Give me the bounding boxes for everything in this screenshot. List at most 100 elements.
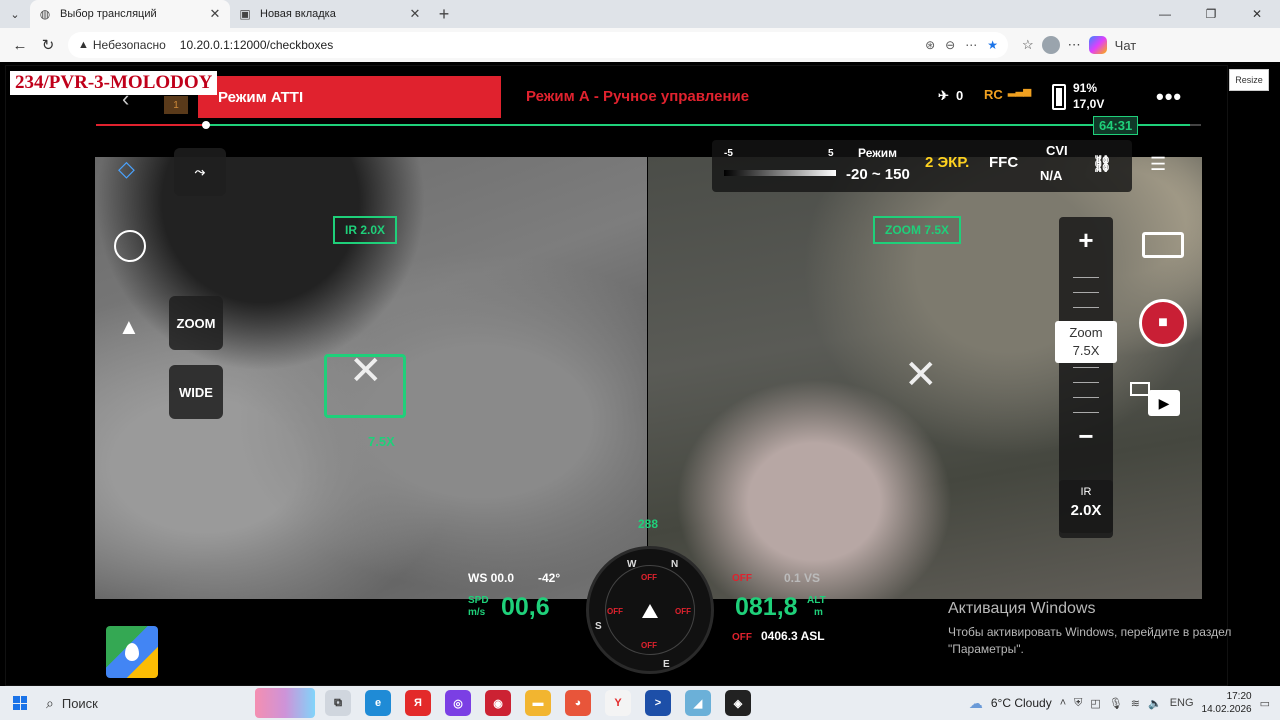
tab-actions-menu[interactable]: ⌄ [0, 0, 30, 28]
zoom-tag: ZOOM 7.5X [873, 216, 962, 244]
compass-e: E [663, 659, 670, 670]
close-icon[interactable]: ✕ [408, 6, 422, 22]
thermal-range-min: -5 [724, 148, 733, 159]
ir-zoom-panel[interactable]: IR 2.0X [1059, 480, 1113, 538]
back-button[interactable]: ← [6, 31, 34, 59]
map-icon[interactable] [106, 626, 158, 678]
settings-menu-icon[interactable]: ⋯ [1068, 37, 1081, 53]
tab-bar: ⌄ ◍ Выбор трансляций ✕ ▣ Новая вкладка ✕… [0, 0, 1280, 28]
microphone-icon[interactable]: 🎙 [1109, 697, 1123, 710]
signal-bars-icon: ▂▃▅ [1008, 86, 1032, 97]
app-purple-icon[interactable]: ◎ [445, 690, 471, 716]
gps-count: 0 [956, 88, 964, 103]
link-icon[interactable]: ⛓ [1092, 154, 1112, 174]
tab-streams[interactable]: ◍ Выбор трансляций ✕ [30, 0, 230, 28]
edge-icon[interactable]: e [365, 690, 391, 716]
photo-icon[interactable] [1130, 382, 1150, 396]
wifi-icon[interactable]: ≋ [1131, 697, 1140, 710]
start-button[interactable] [0, 696, 40, 710]
thermal-mode-value[interactable]: -20 ~ 150 [846, 166, 910, 183]
video-player[interactable]: 234/PVR-3-MOLODOY ‹ 1 Режим ATTI Режим А… [5, 65, 1228, 686]
thermal-range-max: 5 [828, 148, 834, 159]
favorite-star-icon[interactable]: ★ [987, 38, 998, 52]
close-window-button[interactable]: ✕ [1234, 0, 1280, 28]
network-app-icon[interactable]: ◰ [1090, 697, 1100, 710]
zoom-tick [1073, 412, 1099, 413]
taskbar: ⌕ Поиск ⧉ e Я ◎ ◉ ▬ ◕ Y > ◢ ◈ ☁ 6°C Clou… [0, 686, 1280, 720]
rc-signal-label: RC [984, 87, 1003, 102]
zoom-tick [1073, 292, 1099, 293]
show-hidden-icons[interactable]: ˄ [1060, 697, 1066, 709]
app-red-icon[interactable]: ◉ [485, 690, 511, 716]
profile-avatar[interactable] [1041, 36, 1060, 54]
activation-text: Чтобы активировать Windows, перейдите в … [948, 625, 1232, 656]
volume-icon[interactable]: 🔈 [1148, 697, 1162, 710]
language-label[interactable]: ENG [1170, 697, 1194, 709]
app-dark-icon[interactable]: ◈ [725, 690, 751, 716]
close-icon[interactable]: ✕ [208, 6, 222, 22]
waypoint-diamond-icon[interactable]: ◇ [118, 156, 135, 182]
ffc-button[interactable]: FFC [989, 154, 1018, 171]
zoom-in-button[interactable]: + [1059, 225, 1113, 256]
sliders-icon[interactable]: ☰ [1150, 154, 1166, 175]
app-blue-icon[interactable]: ◢ [685, 690, 711, 716]
reload-button[interactable]: ↻ [34, 31, 62, 59]
zoom-tick [1073, 307, 1099, 308]
clock[interactable]: 17:20 14.02.2026 [1202, 690, 1252, 716]
more-icon[interactable]: ⋯ [965, 38, 977, 52]
zoom-out-button[interactable]: − [1059, 421, 1113, 452]
powershell-icon[interactable]: > [645, 690, 671, 716]
search-highlight-image[interactable] [255, 688, 315, 718]
translate-icon[interactable]: ⊛ [925, 38, 935, 52]
shield-icon[interactable]: ⛨ [1074, 697, 1082, 710]
zoom-mode-button[interactable]: ZOOM [169, 296, 223, 350]
task-view-icon[interactable]: ⧉ [325, 690, 351, 716]
maximize-button[interactable]: ❐ [1188, 0, 1234, 28]
ir-value: 2.0X [1070, 502, 1102, 519]
flight-path-icon[interactable]: ⤳ [174, 148, 226, 196]
wind-direction: -42° [538, 571, 561, 585]
tab-new-tab[interactable]: ▣ Новая вкладка ✕ [230, 0, 430, 28]
minimize-button[interactable]: — [1142, 0, 1188, 28]
yandex-browser-icon[interactable]: Я [405, 690, 431, 716]
ir-reticle-zoom: 7.5X [368, 434, 395, 449]
taskbar-search[interactable]: ⌕ Поиск [40, 695, 210, 712]
playback-icon[interactable]: ▶ [1148, 390, 1180, 416]
aircraft-heading-icon [642, 604, 658, 618]
screens-toggle[interactable]: 2 ЭКР. [925, 154, 969, 171]
copilot-icon[interactable] [1088, 36, 1107, 54]
resize-button[interactable]: Resize [1229, 69, 1269, 91]
video-camera-icon[interactable] [1142, 232, 1184, 258]
chrome-icon[interactable]: ◕ [565, 690, 591, 716]
obstacle-off-top: OFF [641, 573, 657, 582]
playback-progress[interactable] [96, 121, 1201, 129]
thermal-control-panel[interactable]: -5 5 Режим -20 ~ 150 2 ЭКР. FFC CVI N/A … [712, 140, 1132, 192]
thermal-gradient-bar[interactable] [724, 170, 836, 176]
file-explorer-icon[interactable]: ▬ [525, 690, 551, 716]
cloud-icon[interactable]: ☁ [969, 695, 983, 712]
record-button[interactable]: ■ [1139, 299, 1187, 347]
security-label[interactable]: Небезопасно [93, 38, 166, 52]
clock-time: 17:20 [1226, 691, 1252, 702]
favorites-icon[interactable]: ☆ [1022, 37, 1034, 53]
yandex-icon[interactable]: Y [605, 690, 631, 716]
new-tab-button[interactable]: + [430, 0, 458, 28]
copilot-label[interactable]: Чат [1115, 38, 1137, 53]
progress-knob[interactable] [202, 121, 210, 129]
zoom-out-icon[interactable]: ⊖ [945, 38, 955, 52]
zoom-tick [1073, 367, 1099, 368]
altitude-value: 081,8 [735, 593, 798, 621]
speed-unit: m/s [468, 607, 486, 618]
ir-label: IR [1080, 486, 1092, 498]
tab-label: Новая вкладка [260, 8, 336, 20]
location-target-icon[interactable] [114, 230, 146, 262]
url-field[interactable]: ▲ Небезопасно 10.20.0.1:12000/checkboxes… [68, 32, 1008, 58]
mode-indicator: 1 [164, 96, 188, 114]
weather-text[interactable]: 6°C Cloudy [991, 696, 1052, 710]
battery-icon [1052, 84, 1066, 110]
wide-mode-button[interactable]: WIDE [169, 365, 223, 419]
notifications-icon[interactable]: ▭ [1260, 697, 1270, 710]
more-options-icon[interactable]: ••• [1156, 84, 1182, 110]
progress-segment-red [96, 124, 206, 126]
thermal-mode-label: Режим [858, 146, 897, 160]
